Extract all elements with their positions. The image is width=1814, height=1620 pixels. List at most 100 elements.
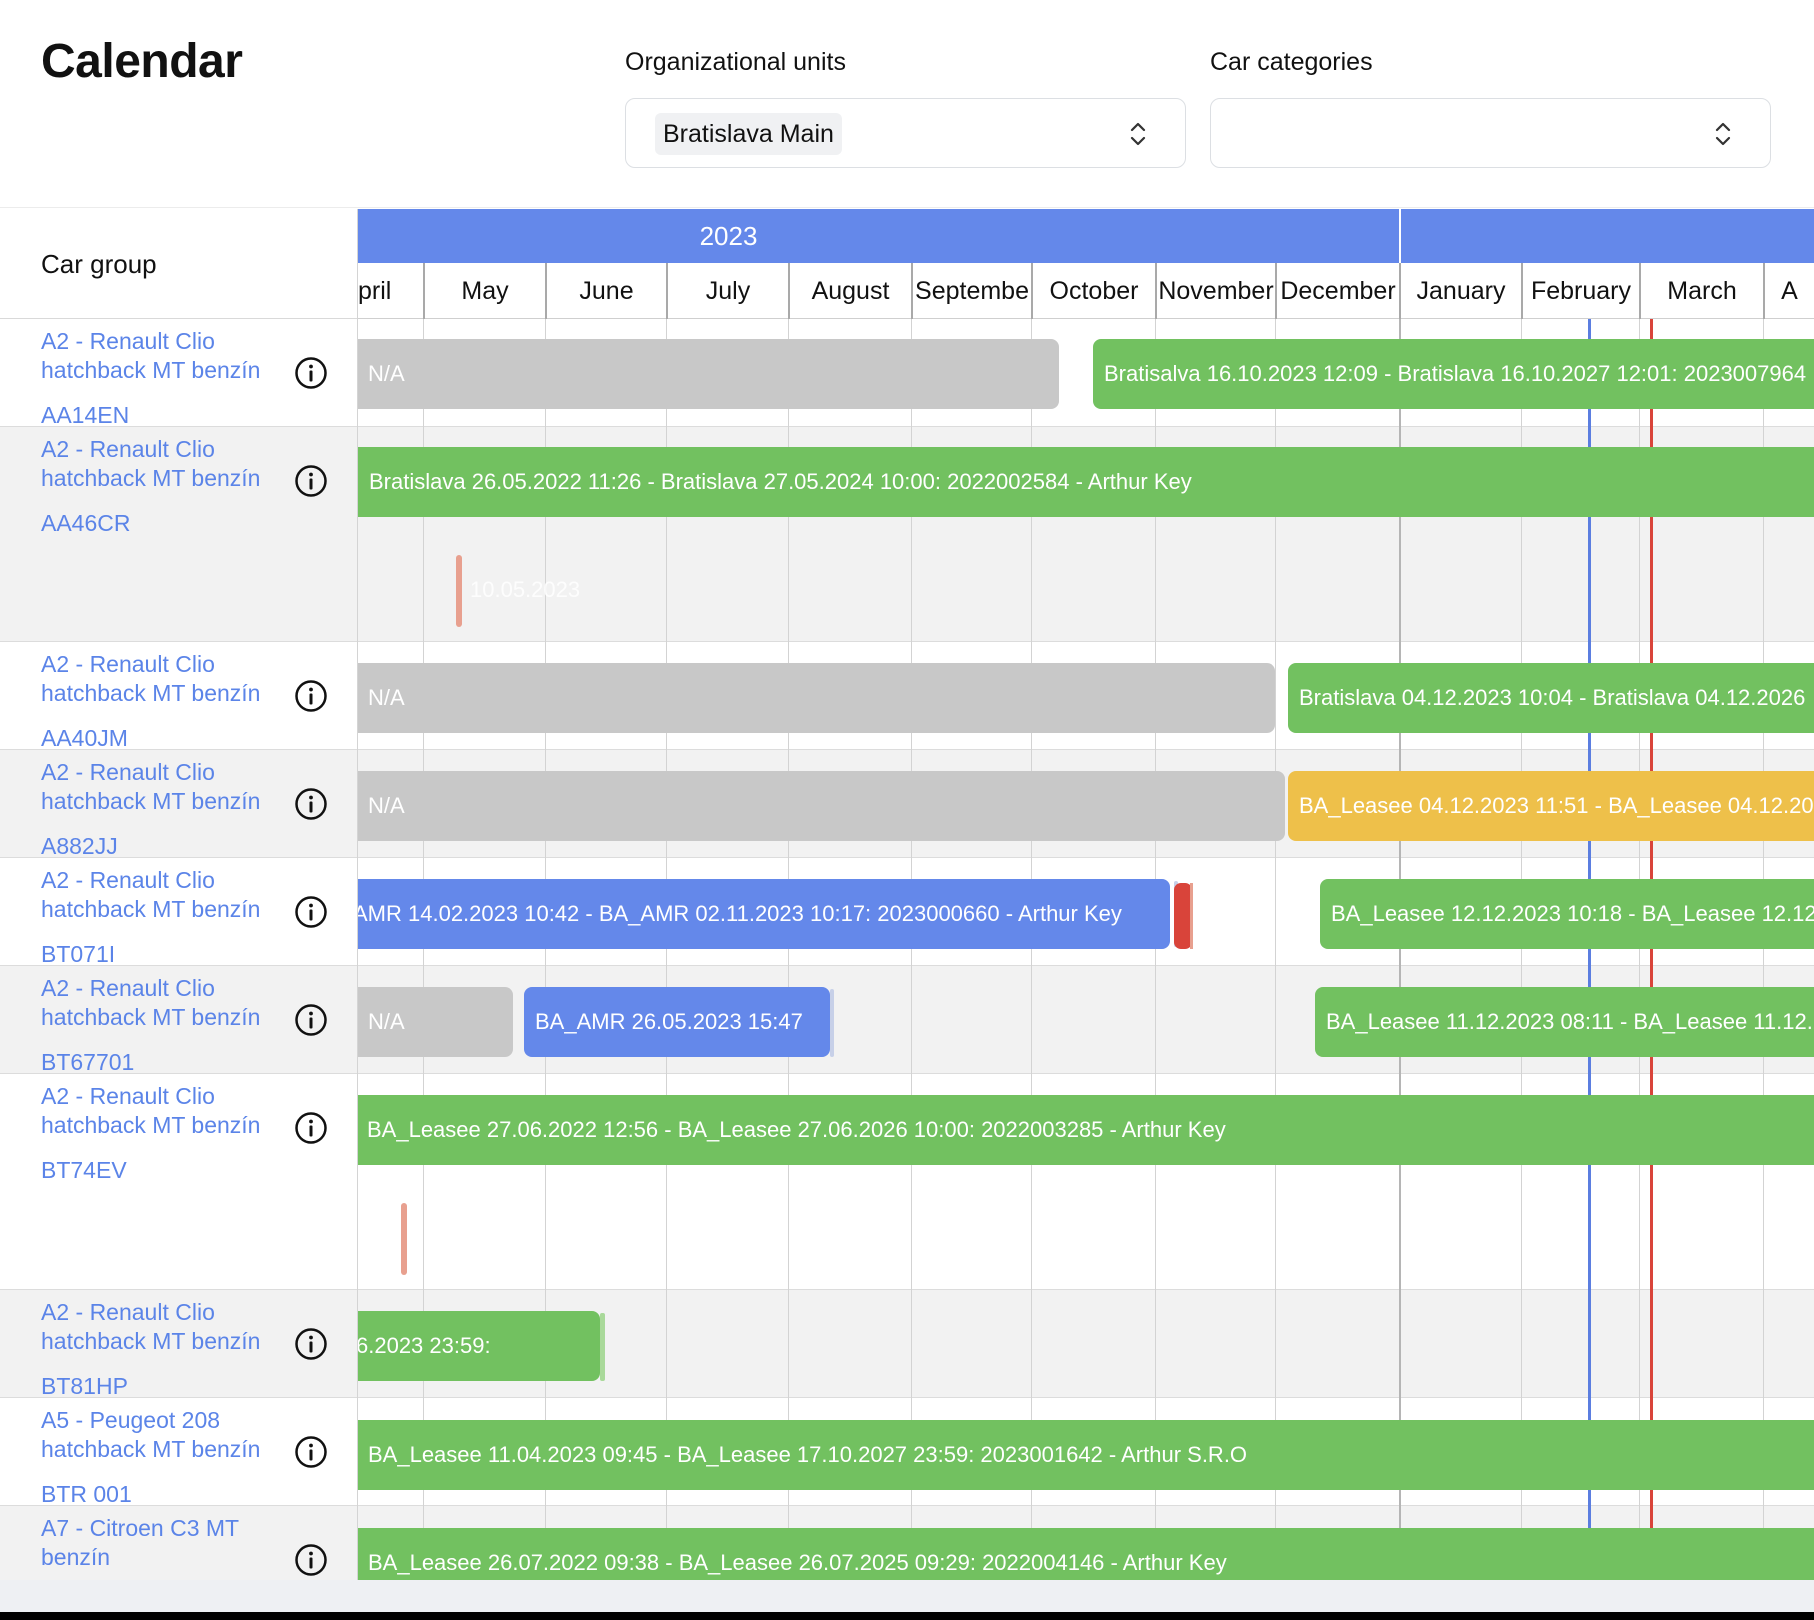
- reservation-bar[interactable]: N/A: [358, 771, 1285, 841]
- org-units-chip[interactable]: Bratislava Main: [655, 113, 842, 155]
- info-icon[interactable]: [294, 895, 328, 929]
- org-units-label: Organizational units: [625, 48, 846, 76]
- car-row: A7 - Citroen C3 MT benzín: [0, 1506, 357, 1580]
- reservation-bar[interactable]: BA_Leasee 11.04.2023 09:45 - BA_Leasee 1…: [358, 1420, 1814, 1490]
- month-july: July: [668, 263, 790, 319]
- car-plate[interactable]: AA40JM: [41, 725, 128, 752]
- timeline-grid[interactable]: 2023 pril May June July August Septembe …: [358, 209, 1814, 1580]
- month-march: March: [1641, 263, 1765, 319]
- car-row: A5 - Peugeot 208 hatchback MT benzín BTR…: [0, 1398, 357, 1508]
- car-row: A2 - Renault Clio hatchback MT benzín BT…: [0, 1074, 357, 1290]
- info-icon[interactable]: [294, 464, 328, 498]
- car-group-label: Car group: [41, 249, 157, 279]
- car-row: A2 - Renault Clio hatchback MT benzín BT…: [0, 858, 357, 968]
- bar-label: BA_Leasee 26.07.2022 09:38 - BA_Leasee 2…: [368, 1550, 1227, 1575]
- car-plate[interactable]: BT74EV: [41, 1157, 127, 1184]
- reservation-bar[interactable]: N/A: [358, 339, 1059, 409]
- car-plate[interactable]: AA46CR: [41, 510, 130, 537]
- reservation-bar[interactable]: Bratisalva 16.10.2023 12:09 - Bratislava…: [1093, 339, 1814, 409]
- car-plate[interactable]: A882JJ: [41, 833, 118, 860]
- chevron-updown-icon: [1130, 122, 1146, 146]
- year-header: 2023: [358, 209, 1399, 263]
- car-row: A2 - Renault Clio hatchback MT benzín BT…: [0, 1290, 357, 1400]
- reservation-bar[interactable]: BA_Leasee 26.07.2022 09:38 - BA_Leasee 2…: [358, 1528, 1814, 1580]
- reservation-bar[interactable]: BA_Leasee 27.06.2022 12:56 - BA_Leasee 2…: [358, 1095, 1814, 1165]
- reservation-bar[interactable]: BA_AMR 26.05.2023 15:47: [524, 987, 830, 1057]
- bar-label: Bratislava 04.12.2023 10:04 - Bratislava…: [1299, 685, 1806, 710]
- car-plate[interactable]: AA14EN: [41, 402, 129, 429]
- car-group-column: Car group A2 - Renault Clio hatchback MT…: [0, 209, 357, 1580]
- info-icon[interactable]: [294, 1435, 328, 1469]
- car-group-link[interactable]: A2 - Renault Clio hatchback MT benzín: [41, 1082, 281, 1140]
- bar-label: N/A: [368, 793, 405, 818]
- reservation-bar[interactable]: BA_Leasee 11.12.2023 08:11 - BA_Leasee 1…: [1315, 987, 1814, 1057]
- bar-label: Bratisalva 16.10.2023 12:09 - Bratislava…: [1104, 361, 1807, 386]
- service-marker[interactable]: [401, 1203, 407, 1275]
- month-november: November: [1157, 263, 1277, 319]
- info-icon[interactable]: [294, 1111, 328, 1145]
- car-categories-select[interactable]: [1210, 98, 1771, 168]
- month-october: October: [1033, 263, 1157, 319]
- info-icon[interactable]: [294, 679, 328, 713]
- month-may: May: [425, 263, 547, 319]
- car-plate[interactable]: BTR 001: [41, 1481, 132, 1508]
- reservation-bar[interactable]: Bratislava 26.05.2022 11:26 - Bratislava…: [358, 447, 1814, 517]
- service-marker-label: 10.05.2023: [470, 577, 581, 602]
- service-marker[interactable]: [456, 555, 462, 627]
- month-december: December: [1277, 263, 1401, 319]
- car-group-link[interactable]: A2 - Renault Clio hatchback MT benzín: [41, 866, 281, 924]
- chevron-updown-icon: [1715, 122, 1731, 146]
- bar-label: AMR 14.02.2023 10:42 - BA_AMR 02.11.2023…: [358, 901, 1122, 926]
- bar-label: 6.2023 23:59:: [358, 1333, 491, 1358]
- reservation-bar[interactable]: Bratislava 04.12.2023 10:04 - Bratislava…: [1288, 663, 1814, 733]
- reservation-bar[interactable]: N/A: [358, 663, 1275, 733]
- reservation-bar[interactable]: BA_Leasee 12.12.2023 10:18 - BA_Leasee 1…: [1320, 879, 1814, 949]
- car-plate[interactable]: BT67701: [41, 1049, 134, 1076]
- reservation-bar[interactable]: 6.2023 23:59:: [358, 1311, 600, 1381]
- bar-label: BA_Leasee 11.04.2023 09:45 - BA_Leasee 1…: [368, 1442, 1248, 1467]
- bar-label: BA_Leasee 11.12.2023 08:11 - BA_Leasee 1…: [1326, 1009, 1814, 1034]
- car-plate[interactable]: BT81HP: [41, 1373, 128, 1400]
- car-row: A2 - Renault Clio hatchback MT benzín A8…: [0, 750, 357, 860]
- org-units-select[interactable]: Bratislava Main: [625, 98, 1186, 168]
- car-group-link[interactable]: A2 - Renault Clio hatchback MT benzín: [41, 327, 281, 385]
- month-september: Septembe: [913, 263, 1033, 319]
- month-header: pril May June July August Septembe Octob…: [358, 263, 1814, 319]
- month-august: August: [790, 263, 913, 319]
- car-group-link[interactable]: A2 - Renault Clio hatchback MT benzín: [41, 435, 281, 493]
- bar-label: Bratislava 26.05.2022 11:26 - Bratislava…: [369, 469, 1192, 494]
- car-categories-label: Car categories: [1210, 48, 1373, 76]
- info-icon[interactable]: [294, 356, 328, 390]
- car-group-link[interactable]: A2 - Renault Clio hatchback MT benzín: [41, 974, 281, 1032]
- page-title: Calendar: [41, 35, 243, 88]
- bar-label: BA_Leasee 04.12.2023 11:51 - BA_Leasee 0…: [1299, 793, 1814, 818]
- bar-label: BA_Leasee 12.12.2023 10:18 - BA_Leasee 1…: [1331, 901, 1814, 926]
- info-icon[interactable]: [294, 1003, 328, 1037]
- bar-label: N/A: [368, 1009, 405, 1034]
- car-plate[interactable]: BT071I: [41, 941, 115, 968]
- year-header-next: [1401, 209, 1814, 263]
- car-group-link[interactable]: A2 - Renault Clio hatchback MT benzín: [41, 650, 281, 708]
- bar-label: N/A: [368, 685, 405, 710]
- info-icon[interactable]: [294, 787, 328, 821]
- month-april: pril: [358, 263, 425, 319]
- damage-marker-edge: [1190, 883, 1193, 949]
- horizontal-scrollbar-track[interactable]: [0, 1580, 1814, 1612]
- car-group-link[interactable]: A7 - Citroen C3 MT benzín: [41, 1514, 281, 1572]
- car-group-link[interactable]: A5 - Peugeot 208 hatchback MT benzín: [41, 1406, 281, 1464]
- header-divider: [0, 207, 1814, 208]
- reservation-bar[interactable]: BA_Leasee 04.12.2023 11:51 - BA_Leasee 0…: [1288, 771, 1814, 841]
- bar-edge: [600, 1313, 605, 1381]
- reservation-bar[interactable]: N/A: [358, 987, 513, 1057]
- month-february: February: [1523, 263, 1641, 319]
- car-group-link[interactable]: A2 - Renault Clio hatchback MT benzín: [41, 1298, 281, 1356]
- month-january: January: [1401, 263, 1523, 319]
- car-group-link[interactable]: A2 - Renault Clio hatchback MT benzín: [41, 758, 281, 816]
- month-june: June: [547, 263, 668, 319]
- reservation-bar[interactable]: AMR 14.02.2023 10:42 - BA_AMR 02.11.2023…: [358, 879, 1170, 949]
- info-icon[interactable]: [294, 1543, 328, 1577]
- car-row: A2 - Renault Clio hatchback MT benzín AA…: [0, 319, 357, 429]
- window-bottom-edge: [0, 1612, 1814, 1620]
- car-row: A2 - Renault Clio hatchback MT benzín BT…: [0, 966, 357, 1076]
- info-icon[interactable]: [294, 1327, 328, 1361]
